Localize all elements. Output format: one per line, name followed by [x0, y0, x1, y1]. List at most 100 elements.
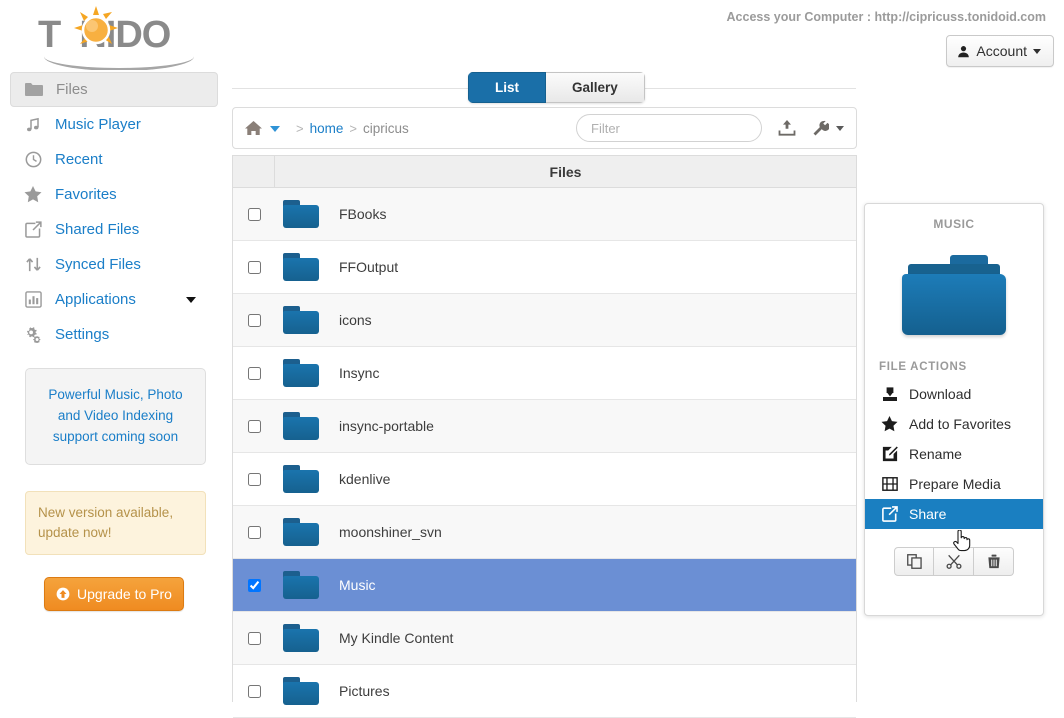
star-icon	[881, 416, 898, 432]
sidebar-item-recent[interactable]: Recent	[10, 142, 218, 177]
file-row[interactable]: Pictures	[233, 665, 856, 718]
file-row[interactable]: My Kindle Content	[233, 612, 856, 665]
music-note-icon	[24, 116, 42, 134]
file-row-checkbox-cell	[233, 472, 275, 486]
file-list-header: Files	[233, 156, 856, 188]
sidebar-item-label: Settings	[55, 326, 110, 343]
account-button[interactable]: Account	[946, 35, 1054, 67]
breadcrumb-separator: >	[349, 120, 357, 136]
home-icon[interactable]	[245, 120, 262, 136]
file-rows-container: FBooks FFOutput icons Insync insync-portable…	[233, 188, 856, 718]
action-label: Add to Favorites	[909, 416, 1011, 432]
copy-icon	[906, 554, 922, 569]
file-actions-label: FILE ACTIONS	[879, 361, 967, 373]
breadcrumb-current: cipricus	[362, 120, 409, 136]
folder-icon	[283, 571, 319, 599]
sidebar-item-label: Recent	[55, 151, 103, 168]
folder-icon	[283, 465, 319, 493]
action-label: Download	[909, 386, 972, 402]
file-row-checkbox-cell	[233, 525, 275, 539]
file-operation-buttons	[865, 547, 1043, 576]
sidebar-item-favorites[interactable]: Favorites	[10, 177, 218, 212]
file-name: Insync	[339, 365, 380, 381]
file-row-checkbox[interactable]	[247, 207, 261, 221]
select-all-column	[233, 156, 275, 187]
wrench-settings-icon[interactable]	[812, 120, 844, 137]
file-list: Files FBooks FFOutput icons Insync insync-po…	[232, 155, 857, 718]
file-name: icons	[339, 312, 372, 328]
chevron-down-icon[interactable]	[186, 296, 196, 303]
chevron-down-icon	[836, 125, 844, 131]
file-row[interactable]: insync-portable	[233, 400, 856, 453]
upgrade-to-pro-button[interactable]: Upgrade to Pro	[44, 577, 184, 612]
file-row-checkbox[interactable]	[247, 419, 261, 433]
sidebar-item-settings[interactable]: Settings	[10, 317, 218, 352]
sidebar-item-label: Applications	[55, 291, 136, 308]
sun-icon	[74, 6, 118, 45]
action-prepare-media[interactable]: Prepare Media	[865, 469, 1043, 499]
upload-icon[interactable]	[778, 119, 796, 137]
action-download[interactable]: Download	[865, 379, 1043, 409]
column-header-files: Files	[549, 163, 582, 180]
file-row-checkbox[interactable]	[247, 313, 261, 327]
file-row-checkbox[interactable]	[247, 366, 261, 380]
breadcrumb-dropdown-icon[interactable]	[270, 126, 280, 132]
action-label: Share	[909, 506, 947, 522]
sidebar-item-label: Favorites	[55, 186, 117, 203]
pencil-square-icon	[881, 446, 898, 462]
file-name: My Kindle Content	[339, 630, 454, 646]
file-row[interactable]: FFOutput	[233, 241, 856, 294]
sidebar-item-label: Shared Files	[55, 221, 140, 238]
access-url-text: Access your Computer : http://cipricuss.…	[726, 10, 1046, 24]
breadcrumb-home[interactable]: home	[310, 121, 344, 136]
file-name: FBooks	[339, 206, 387, 222]
copy-button[interactable]	[894, 547, 934, 576]
folder-large-icon	[902, 255, 1006, 335]
upgrade-label: Upgrade to Pro	[77, 586, 172, 603]
folder-icon	[283, 518, 319, 546]
file-row-checkbox[interactable]	[247, 684, 261, 698]
tab-list[interactable]: List	[468, 72, 547, 103]
folder-icon	[283, 253, 319, 281]
update-alert: New version available, update now!	[25, 490, 206, 556]
folder-icon	[283, 359, 319, 387]
sidebar-item-shared-files[interactable]: Shared Files	[10, 212, 218, 247]
file-row[interactable]: Music	[233, 559, 856, 612]
file-name: insync-portable	[339, 418, 434, 434]
tab-gallery[interactable]: Gallery	[546, 72, 645, 103]
sidebar-item-files[interactable]: Files	[10, 72, 218, 107]
action-rename[interactable]: Rename	[865, 439, 1043, 469]
file-row-checkbox[interactable]	[247, 631, 261, 645]
action-label: Prepare Media	[909, 476, 1001, 492]
delete-button[interactable]	[974, 547, 1014, 576]
file-row[interactable]: kdenlive	[233, 453, 856, 506]
file-details-panel: MUSIC FILE ACTIONS Download Add to Favor…	[864, 203, 1044, 616]
sidebar-item-music-player[interactable]: Music Player	[10, 107, 218, 142]
cut-button[interactable]	[934, 547, 974, 576]
file-row-checkbox[interactable]	[247, 525, 261, 539]
file-row[interactable]: FBooks	[233, 188, 856, 241]
action-add-to-favorites[interactable]: Add to Favorites	[865, 409, 1043, 439]
file-row[interactable]: moonshiner_svn	[233, 506, 856, 559]
action-share[interactable]: Share	[865, 499, 1043, 529]
file-row-checkbox-cell	[233, 260, 275, 274]
folder-icon	[283, 677, 319, 705]
sidebar-item-synced-files[interactable]: Synced Files	[10, 247, 218, 282]
file-row[interactable]: Insync	[233, 347, 856, 400]
file-row-checkbox[interactable]	[247, 472, 261, 486]
share-icon	[24, 221, 42, 239]
filter-input[interactable]	[576, 114, 762, 142]
folder-icon	[283, 200, 319, 228]
file-row-checkbox[interactable]	[247, 578, 261, 592]
file-row-checkbox-cell	[233, 366, 275, 380]
sidebar-item-applications[interactable]: Applications	[10, 282, 218, 317]
file-name: Music	[339, 577, 376, 593]
trash-icon	[987, 554, 1000, 569]
sidebar: Files Music Player Recent Favorites Shar…	[0, 72, 228, 612]
logo-swoosh	[44, 56, 194, 70]
file-row[interactable]: icons	[233, 294, 856, 347]
file-row-checkbox[interactable]	[247, 260, 261, 274]
file-name: kdenlive	[339, 471, 391, 487]
chevron-down-icon	[1033, 48, 1041, 54]
view-mode-tabs: List Gallery	[468, 72, 645, 103]
